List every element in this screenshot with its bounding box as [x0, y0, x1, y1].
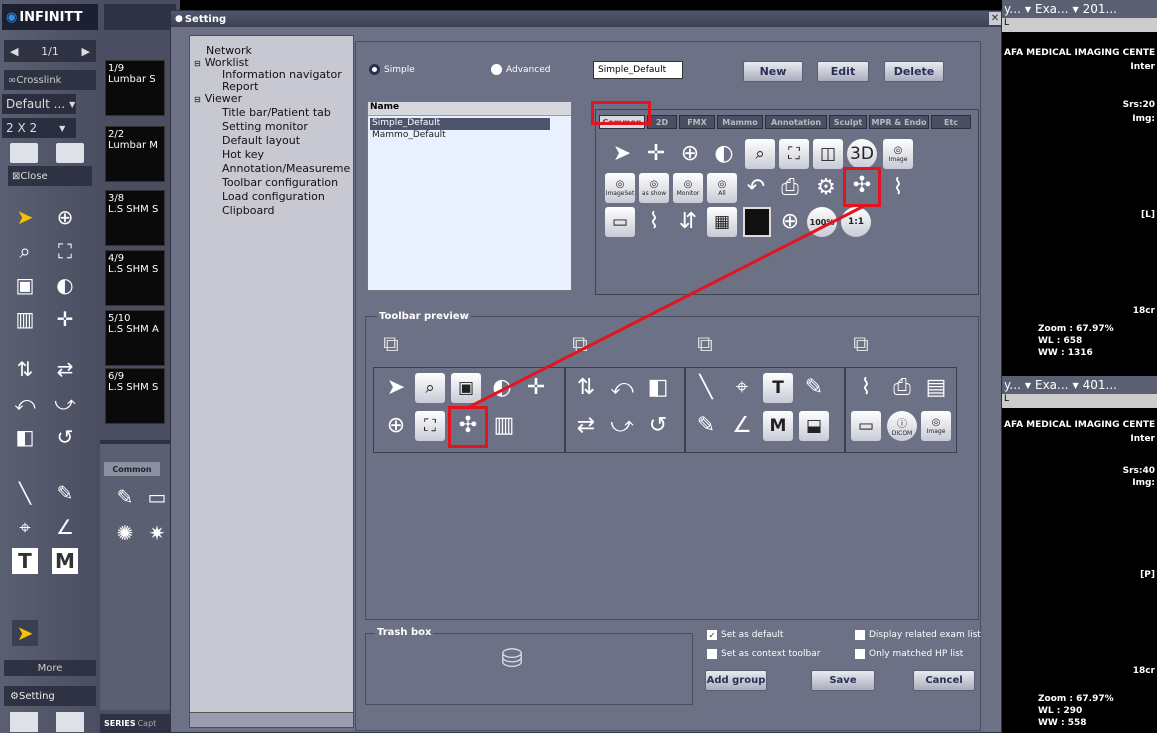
image-label: Img:: [1132, 114, 1155, 124]
bottom-btn-2[interactable]: [56, 712, 84, 732]
bottom-btn-1[interactable]: [10, 712, 38, 732]
institution-label: AFA MEDICAL IMAGING CENTE: [1004, 420, 1156, 430]
annotation-arrow: [468, 203, 867, 409]
series-thumb[interactable]: 4/9 L.S SHM S: [105, 250, 165, 306]
text-icon[interactable]: T: [12, 548, 38, 574]
shape-icon[interactable]: ▭: [144, 484, 170, 510]
invert-icon[interactable]: ◧: [12, 424, 38, 450]
layout-select[interactable]: Default ... ▼: [2, 94, 76, 114]
setting-button[interactable]: ⚙ Setting: [4, 686, 96, 706]
series-label: Srs:20: [1122, 100, 1155, 110]
logo-icon: ◉: [6, 9, 18, 25]
viewport-subheader: L: [1002, 18, 1157, 32]
chevron-down-icon: ▼: [69, 99, 76, 109]
chevron-down-icon: ▼: [59, 123, 66, 133]
zoom-label: Zoom : 67.97%: [1038, 694, 1114, 704]
series-thumb[interactable]: 3/8 L.S SHM S: [105, 190, 165, 246]
gear-icon: ⚙: [10, 690, 19, 702]
series-thumb[interactable]: 5/10 L.S SHM A: [105, 310, 165, 366]
layout-icon[interactable]: ▣: [12, 272, 38, 298]
zoom-icon[interactable]: ⊕: [52, 204, 78, 230]
close-button[interactable]: ⊠ Close: [8, 166, 92, 186]
flip-v-icon[interactable]: ⇅: [12, 356, 38, 382]
viewport-header: y... ▼ Exa... ▼ 401...: [1002, 376, 1157, 394]
ww-label: WW : 558: [1038, 718, 1087, 728]
inter-label: Inter: [1130, 62, 1155, 72]
next-icon[interactable]: ▶: [82, 45, 90, 58]
viewport-header: y... ▼ Exa... ▼ 201...: [1002, 0, 1157, 18]
monitor-button[interactable]: [10, 143, 38, 163]
wl-label: WL : 658: [1038, 336, 1083, 346]
page-nav[interactable]: ◀ 1/1 ▶: [4, 40, 96, 62]
orientation-label: [P]: [1140, 570, 1155, 580]
scale-label: 18cr: [1132, 666, 1155, 676]
tab-capture[interactable]: Capt: [138, 719, 157, 728]
pan-icon[interactable]: ✛: [52, 306, 78, 332]
series-nav[interactable]: [104, 4, 176, 30]
chevron-down-icon[interactable]: ▼: [1072, 381, 1078, 390]
tool-subpanel: Common ✎ ▭ ✺ ✷: [100, 440, 180, 710]
series-thumb[interactable]: 6/9 L.S SHM S: [105, 368, 165, 424]
reset-icon[interactable]: ↺: [52, 424, 78, 450]
chevron-down-icon[interactable]: ▼: [1072, 5, 1078, 14]
print-button[interactable]: [56, 143, 84, 163]
fit-icon[interactable]: ⛶: [52, 238, 78, 264]
series-label: Srs:40: [1122, 466, 1155, 476]
link-icon: ∞: [8, 74, 17, 86]
crosshair-icon[interactable]: ⌖: [12, 514, 38, 540]
contrast-icon[interactable]: ◐: [52, 272, 78, 298]
pen-icon[interactable]: ✎: [112, 484, 138, 510]
pointer-bottom-icon[interactable]: ➤: [12, 620, 38, 646]
chevron-down-icon[interactable]: ▼: [1025, 381, 1031, 390]
right-viewer-panel: y... ▼ Exa... ▼ 201... L AFA MEDICAL IMAGING…: [1002, 0, 1157, 733]
setting-dialog: ● Setting ✕ Network ⊟ Worklist Information…: [170, 10, 1002, 733]
pointer-icon[interactable]: ➤: [12, 204, 38, 230]
line-icon[interactable]: ╲: [12, 480, 38, 506]
crosslink-button[interactable]: ∞ Crosslink: [4, 70, 96, 90]
prev-icon[interactable]: ◀: [10, 45, 18, 58]
spray-icon[interactable]: ✷: [144, 520, 170, 546]
logo: ◉ INFINITT: [2, 4, 98, 30]
bottom-tabs: SERIES Capt: [100, 714, 180, 733]
marker-icon[interactable]: M: [52, 548, 78, 574]
brush-icon[interactable]: ✺: [112, 520, 138, 546]
chevron-down-icon[interactable]: ▼: [1025, 5, 1031, 14]
tab-common[interactable]: Common: [104, 462, 160, 476]
wl-label: WL : 290: [1038, 706, 1083, 716]
image-label: Img:: [1132, 478, 1155, 488]
ruler-icon[interactable]: ✎: [52, 480, 78, 506]
left-toolbar: ◉ INFINITT ◀ 1/1 ▶ ∞ Crosslink Default ... ▼…: [0, 0, 100, 733]
scale-label: 18cr: [1132, 306, 1155, 316]
flip-h-icon[interactable]: ⇄: [52, 356, 78, 382]
institution-label: AFA MEDICAL IMAGING CENTE: [1004, 48, 1156, 58]
inter-label: Inter: [1130, 434, 1155, 444]
zoom-label: Zoom : 67.97%: [1038, 324, 1114, 334]
xray-icon[interactable]: ▥: [12, 306, 38, 332]
rotate-right-icon[interactable]: ⤻: [52, 390, 78, 416]
rotate-left-icon[interactable]: ⤺: [12, 390, 38, 416]
series-thumb[interactable]: 2/2 Lumbar M: [105, 126, 165, 182]
angle-icon[interactable]: ∠: [52, 514, 78, 540]
ww-label: WW : 1316: [1038, 348, 1093, 358]
series-thumb[interactable]: 1/9 Lumbar S: [105, 60, 165, 116]
viewport-subheader: L: [1002, 394, 1157, 408]
magnifier-icon[interactable]: ⌕: [12, 238, 38, 264]
tab-series[interactable]: SERIES: [104, 719, 136, 728]
more-button[interactable]: More: [4, 660, 96, 676]
orientation-label: [L]: [1141, 210, 1155, 220]
grid-select[interactable]: 2 X 2 ▼: [2, 118, 76, 138]
close-icon: ⊠: [12, 170, 21, 182]
